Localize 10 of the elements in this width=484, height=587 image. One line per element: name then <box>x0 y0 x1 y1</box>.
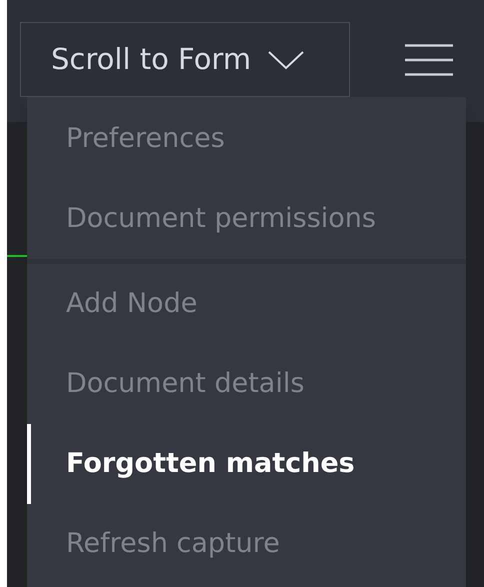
menu-item[interactable]: Document details <box>27 344 466 424</box>
menu-item[interactable]: Forgotten matches <box>27 424 466 504</box>
menu-item[interactable]: Document permissions <box>27 179 466 259</box>
chevron-down-icon <box>267 48 306 70</box>
menu-item[interactable]: Refresh capture <box>27 504 466 584</box>
accent-line <box>7 255 27 257</box>
menu-item[interactable]: Preferences <box>27 99 466 179</box>
menu-icon[interactable] <box>405 44 453 76</box>
menu-item[interactable]: Add Node <box>27 264 466 344</box>
scroll-to-form-button[interactable]: Scroll to Form <box>20 22 350 97</box>
